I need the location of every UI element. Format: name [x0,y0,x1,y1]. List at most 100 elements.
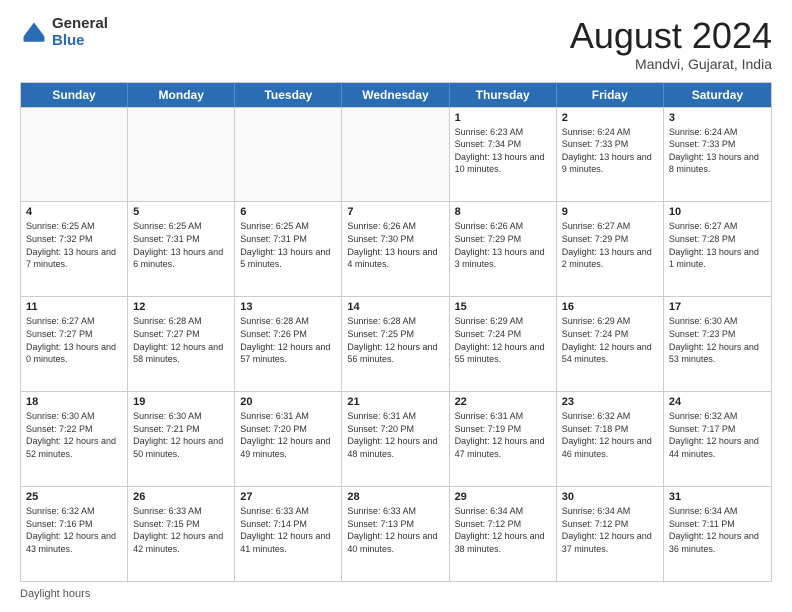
cell-info: Sunrise: 6:27 AMSunset: 7:29 PMDaylight:… [562,220,658,270]
cell-info: Sunrise: 6:32 AMSunset: 7:17 PMDaylight:… [669,410,766,460]
day-header-tuesday: Tuesday [235,83,342,107]
calendar-cell-4-3: 20Sunrise: 6:31 AMSunset: 7:20 PMDayligh… [235,392,342,486]
calendar-cell-1-7: 3 Sunrise: 6:24 AMSunset: 7:33 PMDaylight… [664,108,771,202]
cell-info: Sunrise: 6:26 AMSunset: 7:30 PMDaylight:… [347,220,443,270]
cell-info: Sunrise: 6:28 AMSunset: 7:27 PMDaylight:… [133,315,229,365]
calendar-row-3: 11Sunrise: 6:27 AMSunset: 7:27 PMDayligh… [21,296,771,391]
day-number: 13 [240,301,336,313]
day-number: 10 [669,206,766,218]
calendar-cell-3-7: 17Sunrise: 6:30 AMSunset: 7:23 PMDayligh… [664,297,771,391]
day-number: 8 [455,206,551,218]
calendar-cell-4-6: 23 Sunrise: 6:32 AMSunset: 7:18 PMDayligh… [557,392,664,486]
day-number: 3 [669,112,766,124]
cell-info: Sunrise: 6:29 AMSunset: 7:24 PMDaylight:… [455,315,551,365]
day-header-wednesday: Wednesday [342,83,449,107]
cell-info: Sunrise: 6:24 AMSunset: 7:33 PMDaylight:… [669,126,766,176]
month-year-title: August 2024 [570,16,772,56]
day-number: 23 [562,396,658,408]
calendar-cell-1-3 [235,108,342,202]
calendar-cell-1-2 [128,108,235,202]
calendar-cell-4-4: 21Sunrise: 6:31 AMSunset: 7:20 PMDayligh… [342,392,449,486]
footer: Daylight hours [20,588,772,600]
cell-info: Sunrise: 6:33 AMSunset: 7:13 PMDaylight:… [347,505,443,555]
calendar: SundayMondayTuesdayWednesdayThursdayFrid… [20,82,772,582]
day-number: 20 [240,396,336,408]
calendar-cell-5-2: 26 Sunrise: 6:33 AMSunset: 7:15 PMDayligh… [128,487,235,581]
day-header-friday: Friday [557,83,664,107]
day-number: 29 [455,491,551,503]
calendar-cell-4-1: 18Sunrise: 6:30 AMSunset: 7:22 PMDayligh… [21,392,128,486]
day-header-sunday: Sunday [21,83,128,107]
cell-info: Sunrise: 6:31 AMSunset: 7:19 PMDaylight:… [455,410,551,460]
day-number: 9 [562,206,658,218]
logo: General Blue [20,16,108,49]
calendar-cell-4-5: 22Sunrise: 6:31 AMSunset: 7:19 PMDayligh… [450,392,557,486]
calendar-cell-1-4 [342,108,449,202]
calendar-cell-5-3: 27 Sunrise: 6:33 AMSunset: 7:14 PMDayligh… [235,487,342,581]
day-number: 15 [455,301,551,313]
day-number: 27 [240,491,336,503]
calendar-cell-2-2: 5Sunrise: 6:25 AMSunset: 7:31 PMDaylight… [128,202,235,296]
calendar-cell-5-4: 28 Sunrise: 6:33 AMSunset: 7:13 PMDayligh… [342,487,449,581]
calendar-cell-2-6: 9 Sunrise: 6:27 AMSunset: 7:29 PMDaylight… [557,202,664,296]
calendar-cell-5-1: 25 Sunrise: 6:32 AMSunset: 7:16 PMDayligh… [21,487,128,581]
calendar-cell-2-5: 8 Sunrise: 6:26 AMSunset: 7:29 PMDaylight… [450,202,557,296]
cell-info: Sunrise: 6:32 AMSunset: 7:18 PMDaylight:… [562,410,658,460]
cell-info: Sunrise: 6:28 AMSunset: 7:26 PMDaylight:… [240,315,336,365]
logo-text: General Blue [52,16,108,49]
day-number: 4 [26,206,122,218]
calendar-cell-3-2: 12 Sunrise: 6:28 AMSunset: 7:27 PMDayligh… [128,297,235,391]
calendar-cell-4-2: 19 Sunrise: 6:30 AMSunset: 7:21 PMDayligh… [128,392,235,486]
cell-info: Sunrise: 6:25 AMSunset: 7:31 PMDaylight:… [133,220,229,270]
cell-info: Sunrise: 6:27 AMSunset: 7:28 PMDaylight:… [669,220,766,270]
logo-blue: Blue [52,33,108,50]
cell-info: Sunrise: 6:23 AMSunset: 7:34 PMDaylight:… [455,126,551,176]
calendar-row-4: 18Sunrise: 6:30 AMSunset: 7:22 PMDayligh… [21,391,771,486]
day-number: 14 [347,301,443,313]
day-number: 6 [240,206,336,218]
header: General Blue August 2024 Mandvi, Gujarat… [20,16,772,72]
cell-info: Sunrise: 6:32 AMSunset: 7:16 PMDaylight:… [26,505,122,555]
cell-info: Sunrise: 6:26 AMSunset: 7:29 PMDaylight:… [455,220,551,270]
logo-general: General [52,16,108,33]
calendar-cell-2-1: 4Sunrise: 6:25 AMSunset: 7:32 PMDaylight… [21,202,128,296]
day-number: 28 [347,491,443,503]
day-header-thursday: Thursday [450,83,557,107]
calendar-cell-5-7: 31Sunrise: 6:34 AMSunset: 7:11 PMDayligh… [664,487,771,581]
day-number: 19 [133,396,229,408]
calendar-cell-5-6: 30 Sunrise: 6:34 AMSunset: 7:12 PMDayligh… [557,487,664,581]
calendar-cell-3-1: 11Sunrise: 6:27 AMSunset: 7:27 PMDayligh… [21,297,128,391]
day-number: 7 [347,206,443,218]
day-number: 1 [455,112,551,124]
day-number: 26 [133,491,229,503]
day-header-saturday: Saturday [664,83,771,107]
calendar-row-1: 1 Sunrise: 6:23 AMSunset: 7:34 PMDaylight… [21,107,771,202]
calendar-cell-2-7: 10 Sunrise: 6:27 AMSunset: 7:28 PMDayligh… [664,202,771,296]
calendar-cell-1-6: 2Sunrise: 6:24 AMSunset: 7:33 PMDaylight… [557,108,664,202]
day-number: 30 [562,491,658,503]
day-header-monday: Monday [128,83,235,107]
calendar-cell-2-4: 7 Sunrise: 6:26 AMSunset: 7:30 PMDaylight… [342,202,449,296]
page: General Blue August 2024 Mandvi, Gujarat… [0,0,792,612]
day-number: 25 [26,491,122,503]
day-number: 11 [26,301,122,313]
cell-info: Sunrise: 6:25 AMSunset: 7:31 PMDaylight:… [240,220,336,270]
cell-info: Sunrise: 6:34 AMSunset: 7:12 PMDaylight:… [562,505,658,555]
day-number: 2 [562,112,658,124]
day-number: 24 [669,396,766,408]
calendar-row-5: 25 Sunrise: 6:32 AMSunset: 7:16 PMDayligh… [21,486,771,581]
calendar-cell-5-5: 29 Sunrise: 6:34 AMSunset: 7:12 PMDayligh… [450,487,557,581]
day-number: 21 [347,396,443,408]
cell-info: Sunrise: 6:33 AMSunset: 7:15 PMDaylight:… [133,505,229,555]
day-number: 12 [133,301,229,313]
cell-info: Sunrise: 6:30 AMSunset: 7:23 PMDaylight:… [669,315,766,365]
calendar-cell-3-4: 14 Sunrise: 6:28 AMSunset: 7:25 PMDayligh… [342,297,449,391]
cell-info: Sunrise: 6:30 AMSunset: 7:21 PMDaylight:… [133,410,229,460]
day-number: 18 [26,396,122,408]
location-subtitle: Mandvi, Gujarat, India [570,56,772,72]
cell-info: Sunrise: 6:34 AMSunset: 7:12 PMDaylight:… [455,505,551,555]
cell-info: Sunrise: 6:33 AMSunset: 7:14 PMDaylight:… [240,505,336,555]
cell-info: Sunrise: 6:28 AMSunset: 7:25 PMDaylight:… [347,315,443,365]
calendar-cell-2-3: 6 Sunrise: 6:25 AMSunset: 7:31 PMDaylight… [235,202,342,296]
day-number: 31 [669,491,766,503]
